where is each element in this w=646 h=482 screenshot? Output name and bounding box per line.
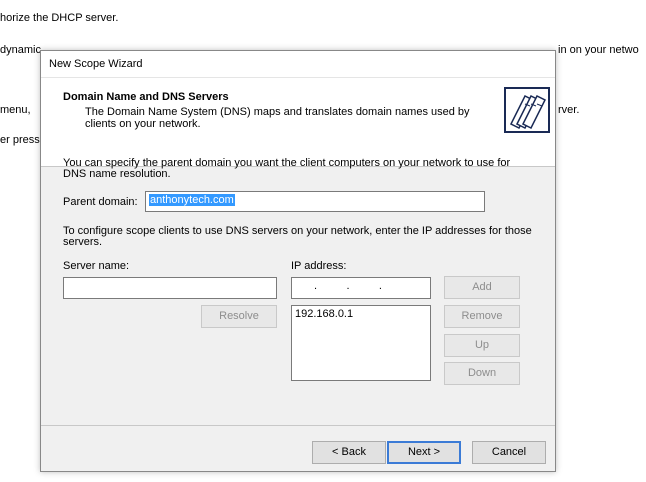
resolve-button[interactable]: Resolve xyxy=(201,305,277,328)
footer-separator xyxy=(41,425,555,426)
server-name-label: Server name: xyxy=(63,260,130,272)
background-text-line: rver. xyxy=(558,104,580,116)
parent-domain-label: Parent domain: xyxy=(63,196,138,208)
parent-domain-value: anthonytech.com xyxy=(149,194,235,206)
add-button[interactable]: Add xyxy=(444,276,520,299)
background-text-line: in on your netwo xyxy=(558,44,639,56)
server-name-input[interactable] xyxy=(63,277,277,299)
cancel-button[interactable]: Cancel xyxy=(472,441,546,464)
parent-domain-field[interactable]: anthonytech.com xyxy=(145,191,485,212)
background-text-line: menu, xyxy=(0,104,31,116)
folders-icon xyxy=(503,86,551,134)
next-button[interactable]: Next > xyxy=(387,441,461,464)
up-button[interactable]: Up xyxy=(444,334,520,357)
window-title: New Scope Wizard xyxy=(49,58,143,70)
background-text-line: dynamic xyxy=(0,44,41,56)
background-text-line: horize the DHCP server. xyxy=(0,12,119,24)
list-item[interactable]: 192.168.0.1 xyxy=(295,308,427,320)
background-text-line: er press xyxy=(0,134,40,146)
dns-server-list[interactable]: 192.168.0.1 xyxy=(291,305,431,381)
down-button[interactable]: Down xyxy=(444,362,520,385)
ip-address-input[interactable]: . . . xyxy=(291,277,431,299)
dns-servers-instructions: To configure scope clients to use DNS se… xyxy=(63,225,532,248)
new-scope-wizard-dialog: New Scope Wizard Domain Name and DNS Ser… xyxy=(40,50,556,472)
remove-button[interactable]: Remove xyxy=(444,305,520,328)
page-title: Domain Name and DNS Servers xyxy=(63,91,229,103)
intro-text: You can specify the parent domain you wa… xyxy=(63,157,511,180)
wizard-header: Domain Name and DNS Servers The Domain N… xyxy=(41,78,555,167)
back-button[interactable]: < Back xyxy=(312,441,386,464)
page-description: The Domain Name System (DNS) maps and tr… xyxy=(85,106,470,130)
title-bar[interactable]: New Scope Wizard xyxy=(41,51,555,78)
ip-address-label: IP address: xyxy=(291,260,347,272)
